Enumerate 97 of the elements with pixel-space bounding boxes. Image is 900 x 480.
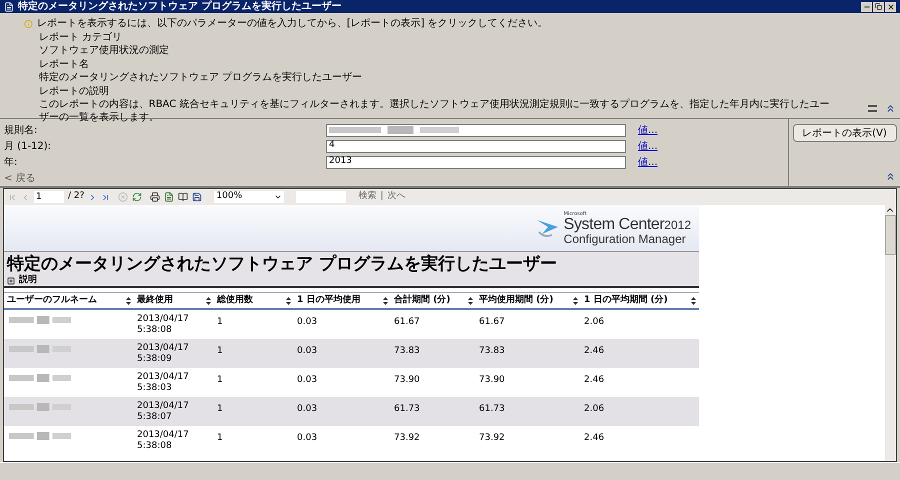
table-cell-text: 2013/04/17 5:38:07 (137, 401, 190, 423)
restore-icon (875, 3, 882, 10)
parameter-label: 月 (1-12): (4, 140, 52, 154)
page-field[interactable]: 1 (34, 191, 64, 203)
parameter-field[interactable]: 4 (326, 140, 626, 152)
restore-button[interactable] (873, 2, 884, 12)
table-cell-text: 2013/04/17 5:38:09 (137, 343, 190, 365)
table-cell: 2.46 (584, 346, 604, 357)
page-count: / 2? (68, 190, 84, 204)
table-cell: 0.03 (297, 375, 318, 386)
column-header[interactable]: 1 日の平均使用 (294, 294, 391, 308)
last-page-icon[interactable] (101, 192, 110, 202)
collapse-icon[interactable] (885, 171, 896, 182)
find-link[interactable]: 検索 (358, 190, 376, 204)
logo-icon (536, 218, 560, 238)
parameter-label: 規則名: (4, 124, 38, 138)
parameter-field[interactable]: 2013 (326, 156, 626, 168)
table-cell: 61.67 (479, 317, 505, 328)
table-cell: 73.92 (479, 433, 505, 444)
info-label: レポート カテゴリ (38, 31, 123, 44)
field-value: 2013 (329, 155, 352, 168)
table-cell-text: 2013/04/17 5:38:08 (137, 314, 190, 336)
info-icon (24, 19, 33, 29)
window-title: 特定のメータリングされたソフトウェア プログラムを実行したユーザー (18, 2, 342, 12)
info-label: レポート名 (38, 58, 90, 71)
sort-icon[interactable] (126, 296, 131, 304)
info-value: 特定のメータリングされたソフトウェア プログラムを実行したユーザー (38, 71, 363, 84)
column-header[interactable]: 最終使用 (134, 294, 214, 308)
scrollbar-thumb[interactable] (885, 215, 896, 255)
minimize-button[interactable] (861, 2, 872, 12)
page-layout-icon[interactable] (164, 192, 174, 202)
info-value: このレポートの内容は、RBAC 統合セキュリティを基にフィルターされます。選択したソフトウェア使用状況測定規則に一致するプログラムを、指定した年月内に実行したユーザーの一覧を表示します。 (38, 98, 830, 124)
table-cell: 2.06 (584, 317, 604, 328)
sort-icon[interactable] (383, 296, 388, 304)
table-cell: 73.90 (479, 375, 505, 386)
sort-icon[interactable] (573, 296, 578, 304)
view-report-button[interactable]: レポートの表示(V) (792, 124, 896, 142)
report-title: 特定のメータリングされたソフトウェア プログラムを実行したユーザー (7, 254, 558, 274)
separator-text: | (380, 190, 384, 204)
sort-icon[interactable] (468, 296, 473, 304)
instruction-text: レポートを表示するには、以下のパラメーターの値を入力してから、[レポートの表示] をクリックしてください。 (36, 17, 549, 30)
print-icon[interactable] (150, 192, 160, 202)
table-cell: 0.03 (297, 433, 318, 444)
page-setup-icon[interactable] (178, 192, 188, 202)
collapse-icon[interactable] (885, 103, 896, 114)
export-icon[interactable] (192, 192, 202, 202)
table-cell: 1 (217, 404, 223, 415)
back-link[interactable]: < 戻る (4, 171, 788, 186)
column-header[interactable]: 合計期間 (分) (391, 294, 476, 308)
table-cell: 73.83 (479, 346, 505, 357)
table-cell: 0.03 (297, 317, 318, 328)
table-cell: 1 (217, 375, 223, 386)
parameter-label: 年: (4, 156, 18, 170)
value-link[interactable]: 値... (638, 138, 658, 154)
close-icon (886, 2, 894, 10)
table-cell: 1 (217, 317, 223, 328)
description-toggle[interactable]: 説明 (19, 274, 37, 288)
table-cell-text: 2013/04/17 5:38:08 (137, 430, 190, 452)
table-cell: 61.67 (394, 317, 420, 328)
column-header[interactable]: 1 日の平均期間 (分) (581, 294, 699, 308)
logo-year: 2012 (664, 218, 691, 230)
column-header[interactable]: ユーザーのフルネーム (4, 294, 134, 308)
pane-icon[interactable] (868, 104, 877, 113)
table-cell: 0.03 (297, 404, 318, 415)
search-field[interactable] (296, 191, 346, 203)
vertical-scrollbar[interactable] (885, 205, 896, 461)
table-cell: 73.90 (394, 375, 420, 386)
table-cell: 61.73 (394, 404, 420, 415)
zoom-dropdown[interactable]: 100% (214, 191, 284, 203)
table-cell-text: 2013/04/17 5:38:03 (137, 372, 190, 394)
column-header[interactable]: 平均使用期間 (分) (476, 294, 581, 308)
table-cell: 73.83 (394, 346, 420, 357)
sort-icon[interactable] (691, 296, 696, 304)
info-value: ソフトウェア使用状況の測定 (38, 44, 170, 57)
table-cell: 2.46 (584, 375, 604, 386)
report-icon (4, 2, 14, 12)
info-label: レポートの説明 (38, 85, 110, 98)
parameter-field[interactable] (326, 124, 626, 136)
table-cell: 1 (217, 346, 223, 357)
refresh-icon[interactable] (132, 192, 142, 202)
value-link[interactable]: 値... (638, 154, 658, 170)
field-value: 4 (329, 139, 335, 152)
next-link[interactable]: 次へ (387, 190, 406, 204)
table-cell: 1 (217, 433, 223, 444)
sort-icon[interactable] (206, 296, 211, 304)
sort-icon[interactable] (286, 296, 291, 304)
table-cell: 0.03 (297, 346, 318, 357)
close-button[interactable] (885, 2, 896, 12)
value-link[interactable]: 値... (638, 122, 658, 138)
logo-edition: Configuration Manager (564, 232, 687, 244)
table-cell: 61.73 (479, 404, 505, 415)
logo-product: System Center (564, 216, 664, 232)
column-header[interactable]: 総使用数 (214, 294, 294, 308)
table-cell: 73.92 (394, 433, 420, 444)
table-cell: 2.06 (584, 404, 604, 415)
expand-icon[interactable] (7, 276, 15, 285)
table-cell: 2.46 (584, 433, 604, 444)
